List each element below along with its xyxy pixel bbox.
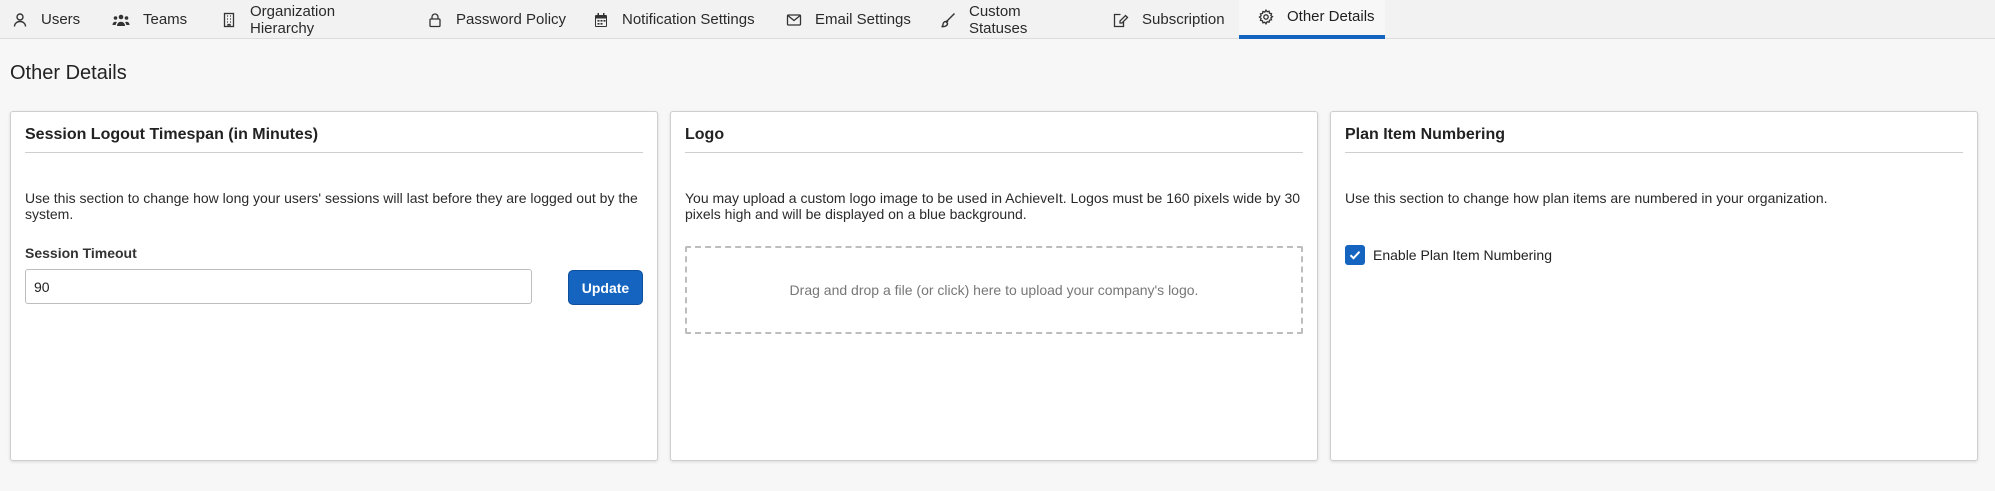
tab-label: Notification Settings: [622, 11, 755, 28]
tab-label: Other Details: [1287, 8, 1375, 25]
checkbox-label: Enable Plan Item Numbering: [1373, 247, 1552, 263]
session-timeout-label: Session Timeout: [25, 245, 137, 261]
tab-label: Subscription: [1142, 11, 1225, 28]
session-timeout-input[interactable]: [25, 269, 532, 304]
card-title: Logo: [685, 126, 1303, 153]
session-logout-card: Session Logout Timespan (in Minutes) Use…: [10, 111, 658, 461]
tab-password-policy[interactable]: Password Policy: [427, 0, 567, 39]
user-icon: [13, 12, 27, 27]
plan-item-numbering-checkbox[interactable]: [1345, 245, 1365, 265]
tab-organization-hierarchy[interactable]: Organization Hierarchy: [221, 0, 391, 39]
team-icon: [112, 14, 130, 26]
card-title: Plan Item Numbering: [1345, 126, 1963, 153]
tab-label: Custom Statuses: [969, 2, 1028, 37]
tab-label: Users: [41, 11, 81, 28]
card-description: Use this section to change how plan item…: [1345, 190, 1828, 206]
tab-users[interactable]: Users: [12, 0, 82, 39]
tab-label: Email Settings: [815, 11, 911, 28]
checkmark-icon: [1349, 251, 1361, 260]
tab-other-details[interactable]: Other Details: [1239, 0, 1385, 39]
logo-upload-dropzone[interactable]: Drag and drop a file (or click) here to …: [685, 246, 1303, 334]
card-title: Session Logout Timespan (in Minutes): [25, 126, 643, 153]
logo-card: Logo You may upload a custom logo image …: [670, 111, 1318, 461]
card-description: You may upload a custom logo image to be…: [685, 190, 1301, 222]
envelope-icon: [786, 13, 802, 26]
settings-tab-bar: Users Teams Organization Hierarchy Passw…: [0, 0, 1995, 39]
building-icon: [223, 12, 235, 27]
gear-icon: [1258, 8, 1274, 25]
tab-email-settings[interactable]: Email Settings: [786, 0, 916, 39]
tab-label: Teams: [143, 11, 188, 28]
tab-subscription[interactable]: Subscription: [1113, 0, 1225, 39]
plan-item-numbering-option[interactable]: Enable Plan Item Numbering: [1345, 245, 1552, 265]
tab-label: Password Policy: [456, 11, 567, 28]
calendar-icon: [595, 12, 607, 27]
tab-label: Organization Hierarchy: [250, 2, 336, 37]
active-tab-indicator: [1239, 35, 1385, 39]
tab-custom-statuses[interactable]: Custom Statuses: [940, 0, 1080, 39]
tab-teams[interactable]: Teams: [112, 0, 192, 39]
paintbrush-icon: [941, 12, 955, 27]
plan-item-numbering-card: Plan Item Numbering Use this section to …: [1330, 111, 1978, 461]
tab-notification-settings[interactable]: Notification Settings: [593, 0, 763, 39]
edit-icon: [1113, 13, 1129, 27]
page-title: Other Details: [10, 62, 127, 84]
lock-icon: [429, 12, 441, 27]
card-description: Use this section to change how long your…: [25, 190, 638, 222]
update-button[interactable]: Update: [568, 270, 643, 305]
